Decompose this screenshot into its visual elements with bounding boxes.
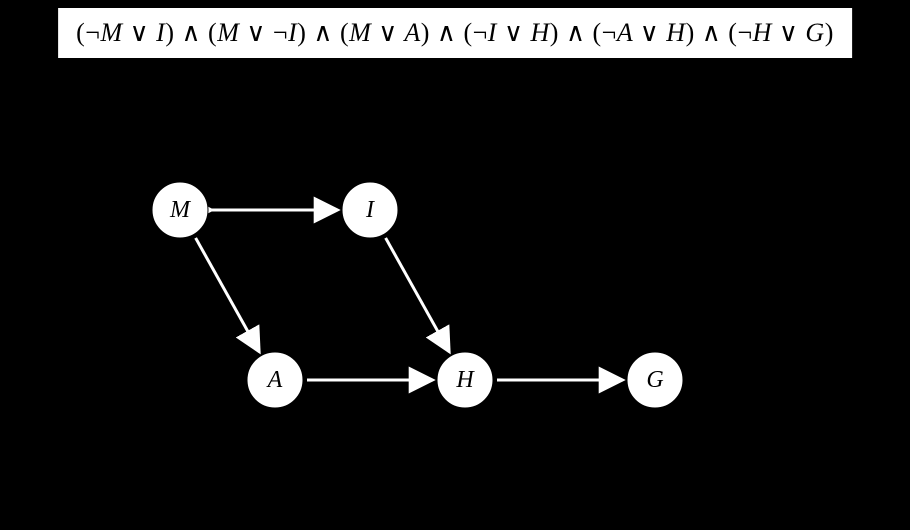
node-H: H	[437, 352, 493, 408]
graph-canvas: M I A H G	[0, 0, 910, 530]
node-A: A	[247, 352, 303, 408]
node-G: G	[627, 352, 683, 408]
edge-I-H	[386, 238, 450, 352]
node-M: M	[152, 182, 208, 238]
node-label-I: I	[365, 197, 375, 223]
node-label-H: H	[455, 367, 475, 393]
node-I: I	[342, 182, 398, 238]
node-label-G: G	[646, 367, 663, 393]
edges	[196, 210, 623, 380]
node-label-A: A	[266, 367, 283, 393]
edge-M-A	[196, 238, 260, 352]
node-label-M: M	[169, 197, 192, 223]
